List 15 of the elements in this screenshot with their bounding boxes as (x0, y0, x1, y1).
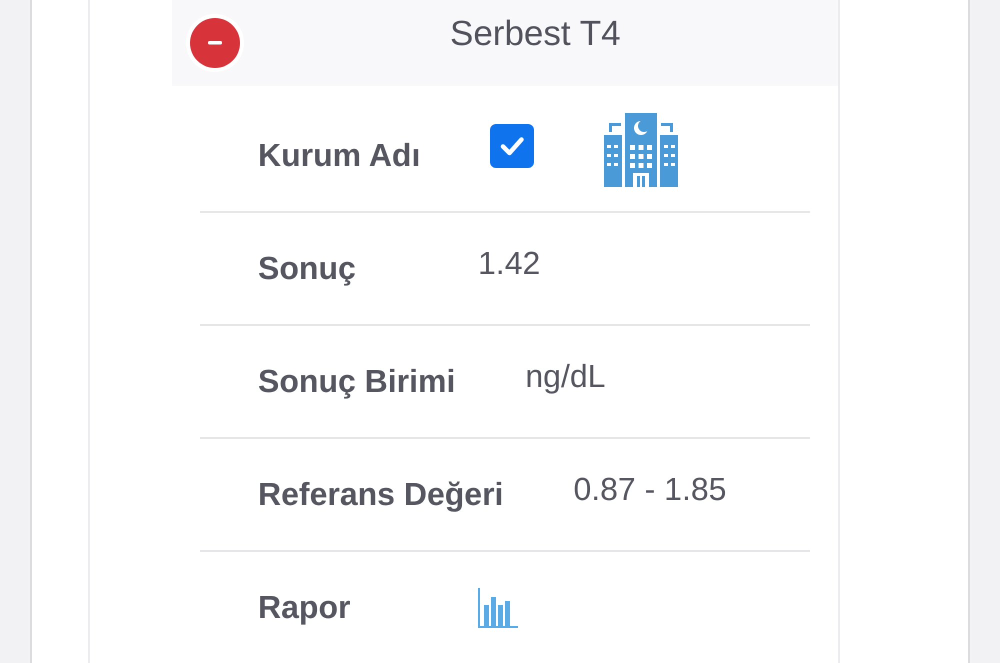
field-value: 0.87 - 1.85 (573, 471, 726, 508)
bar-chart-icon[interactable] (478, 588, 518, 628)
field-label: Referans Değeri (258, 476, 504, 513)
minus-icon (208, 41, 222, 45)
field-value: 1.42 (478, 245, 540, 282)
field-label: Sonuç (258, 250, 357, 287)
checkbox[interactable] (490, 124, 534, 168)
hospital-icon[interactable] (604, 112, 678, 186)
field-label: Kurum Adı (258, 137, 422, 174)
field-label: Sonuç Birimi (258, 363, 456, 400)
field-label: Rapor (258, 589, 352, 626)
collapse-button[interactable] (190, 18, 240, 68)
section-header[interactable]: Serbest T4 (172, 0, 838, 86)
section-title: Serbest T4 (450, 14, 621, 54)
field-value: ng/dL (525, 358, 606, 395)
